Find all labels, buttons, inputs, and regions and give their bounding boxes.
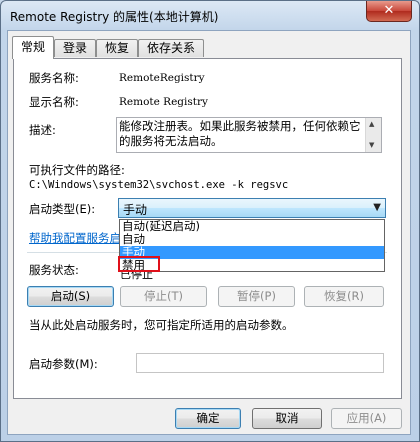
path-value: C:\Windows\system32\svchost.exe -k regsv…: [29, 179, 289, 191]
path-label: 可执行文件的路径:: [29, 163, 125, 177]
start-params-field[interactable]: [136, 353, 384, 373]
stop-service-button[interactable]: 停止(T): [120, 286, 207, 307]
window-title: Remote Registry 的属性(本地计算机): [10, 10, 219, 24]
startup-type-label: 启动类型(E):: [29, 202, 96, 216]
help-configure-link[interactable]: 帮助我配置服务启: [29, 230, 121, 246]
start-params-label: 启动参数(M):: [29, 357, 98, 371]
start-params-hint: 当从此处启动服务时，您可指定所适用的启动参数。: [29, 318, 294, 332]
description-box[interactable]: 能修改注册表。如果此服务被禁用，任何依赖它的服务将无法启动。 ▲ ▼: [116, 117, 382, 153]
chevron-down-icon[interactable]: ▼: [373, 202, 381, 213]
option-auto-delayed[interactable]: 自动(延迟启动): [120, 220, 384, 233]
startup-type-value: 手动: [123, 203, 148, 217]
scroll-up-icon[interactable]: ▲: [369, 120, 374, 128]
close-icon: ✕: [383, 3, 395, 18]
display-name-label: 显示名称:: [29, 95, 79, 109]
tab-general[interactable]: 常规: [12, 36, 54, 59]
tab-recovery[interactable]: 恢复: [96, 39, 138, 57]
pause-service-button[interactable]: 暂停(P): [218, 286, 295, 307]
tab-dependencies[interactable]: 依存关系: [138, 39, 204, 57]
display-name-value: Remote Registry: [119, 96, 208, 108]
service-name-value: RemoteRegistry: [119, 72, 205, 84]
service-name-label: 服务名称:: [29, 71, 79, 85]
resume-service-button[interactable]: 恢复(R): [304, 286, 384, 307]
start-service-button[interactable]: 启动(S): [27, 286, 114, 307]
description-scrollbar[interactable]: ▲ ▼: [365, 118, 381, 152]
apply-button[interactable]: 应用(A): [331, 408, 402, 429]
ok-button[interactable]: 确定: [175, 408, 241, 429]
title-bar[interactable]: Remote Registry 的属性(本地计算机): [1, 1, 419, 31]
close-button[interactable]: ✕: [366, 1, 412, 22]
startup-type-combobox[interactable]: 手动 ▼: [118, 198, 386, 218]
start-params-input[interactable]: [137, 354, 383, 372]
scroll-down-icon[interactable]: ▼: [369, 141, 374, 149]
highlight-box: [118, 256, 160, 272]
description-label: 描述:: [29, 123, 56, 137]
tab-logon[interactable]: 登录: [54, 39, 96, 57]
description-text: 能修改注册表。如果此服务被禁用，任何依赖它的服务将无法启动。: [119, 119, 361, 148]
option-auto[interactable]: 自动: [120, 233, 384, 246]
service-status-label: 服务状态:: [29, 263, 79, 277]
cancel-button[interactable]: 取消: [252, 408, 322, 429]
